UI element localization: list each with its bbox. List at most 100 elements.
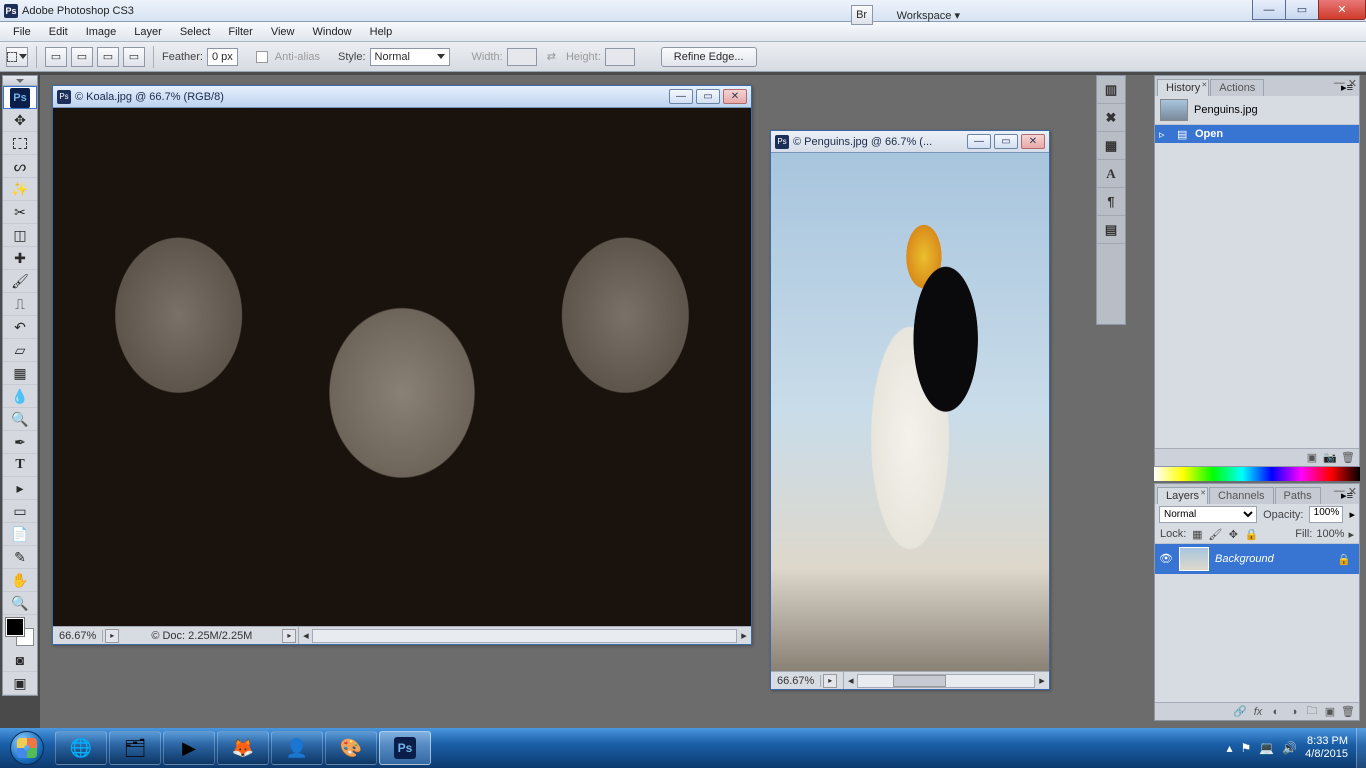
window-close-button[interactable]: ✕ xyxy=(1318,0,1366,20)
fill-input[interactable]: 100% xyxy=(1316,528,1344,540)
tray-clock[interactable]: 8:33 PM 4/8/2015 xyxy=(1305,735,1348,761)
tab-layers[interactable]: Layers✕ xyxy=(1157,487,1208,504)
style-select[interactable]: Normal xyxy=(370,48,450,66)
new-layer-icon[interactable]: ▣ xyxy=(1322,705,1338,719)
history-brush-source-icon[interactable]: ▹ xyxy=(1159,128,1171,141)
dodge-tool[interactable]: 🔍 xyxy=(3,408,37,431)
menu-layer[interactable]: Layer xyxy=(125,24,171,40)
layer-thumbnail[interactable] xyxy=(1179,547,1209,571)
taskbar-photoshop[interactable]: Ps xyxy=(379,731,431,765)
menu-edit[interactable]: Edit xyxy=(40,24,77,40)
navigator-collapsed-icon[interactable]: ▥ xyxy=(1097,76,1125,104)
menu-window[interactable]: Window xyxy=(304,24,361,40)
tray-network-icon[interactable]: 💻 xyxy=(1259,741,1274,755)
intersect-selection-button[interactable]: ▭ xyxy=(123,47,145,67)
crop-tool[interactable]: ✂ xyxy=(3,201,37,224)
pen-tool[interactable]: ✒ xyxy=(3,431,37,454)
tray-volume-icon[interactable]: 🔊 xyxy=(1282,741,1297,755)
scroll-right-button[interactable]: ▸ xyxy=(737,629,751,642)
layer-name[interactable]: Background xyxy=(1215,553,1274,565)
taskbar-firefox[interactable]: 🦊 xyxy=(217,731,269,765)
screen-mode-button[interactable]: ▣ xyxy=(3,672,37,695)
history-source[interactable]: Penguins.jpg xyxy=(1155,96,1359,125)
taskbar-paint[interactable]: 🎨 xyxy=(325,731,377,765)
doc-maximize-button[interactable]: ▭ xyxy=(994,134,1018,149)
tab-actions[interactable]: Actions xyxy=(1210,79,1264,96)
menu-select[interactable]: Select xyxy=(171,24,220,40)
show-desktop-button[interactable] xyxy=(1356,728,1366,768)
lock-all-icon[interactable]: 🔒 xyxy=(1244,527,1258,541)
slice-tool[interactable]: ◫ xyxy=(3,224,37,247)
opacity-arrow-icon[interactable]: ▸ xyxy=(1349,508,1355,521)
menu-file[interactable]: File xyxy=(4,24,40,40)
color-swatches[interactable] xyxy=(3,615,37,649)
blend-mode-select[interactable]: Normal xyxy=(1159,506,1257,523)
doc-canvas-penguins[interactable] xyxy=(771,153,1049,671)
fill-arrow-icon[interactable]: ▸ xyxy=(1348,528,1354,541)
panel-minimize-icon[interactable]: — xyxy=(1334,77,1345,90)
color-collapsed-icon[interactable]: ✖ xyxy=(1097,104,1125,132)
menu-help[interactable]: Help xyxy=(361,24,402,40)
character-collapsed-icon[interactable]: A xyxy=(1097,160,1125,188)
tab-paths[interactable]: Paths xyxy=(1275,487,1321,504)
doc-canvas-koala[interactable] xyxy=(53,108,751,626)
doc-minimize-button[interactable]: — xyxy=(967,134,991,149)
refine-edge-button[interactable]: Refine Edge... xyxy=(661,47,757,67)
delete-layer-icon[interactable]: 🗑 xyxy=(1340,705,1356,719)
notes-tool[interactable]: 📄 xyxy=(3,523,37,546)
tab-history[interactable]: History✕ xyxy=(1157,79,1209,96)
styles-collapsed-icon[interactable]: ▤ xyxy=(1097,216,1125,244)
menu-filter[interactable]: Filter xyxy=(219,24,261,40)
zoom-tool[interactable]: 🔍 xyxy=(3,592,37,615)
new-snapshot-icon[interactable]: 📷 xyxy=(1322,451,1338,465)
history-brush-tool[interactable]: ↶ xyxy=(3,316,37,339)
tab-close-icon[interactable]: ✕ xyxy=(1201,81,1207,89)
move-tool[interactable]: ✥ xyxy=(3,109,37,132)
doc-zoom-koala[interactable]: 66.67% xyxy=(53,630,103,642)
panel-close-icon[interactable]: ✕ xyxy=(1348,485,1357,498)
path-select-tool[interactable]: ▸ xyxy=(3,477,37,500)
doc-titlebar-penguins[interactable]: Ps © Penguins.jpg @ 66.7% (... — ▭ ✕ xyxy=(771,131,1049,153)
scroll-left-button[interactable]: ◂ xyxy=(298,627,312,644)
status-menu-icon[interactable]: ▸ xyxy=(105,629,119,643)
taskbar-app-unknown[interactable]: 👤 xyxy=(271,731,323,765)
status-arrow-icon[interactable]: ▸ xyxy=(282,629,296,643)
palette-grip[interactable] xyxy=(3,76,37,86)
color-ramp-strip[interactable] xyxy=(1154,467,1360,481)
start-button[interactable] xyxy=(0,728,54,768)
panel-close-icon[interactable]: ✕ xyxy=(1348,77,1357,90)
layer-row-background[interactable]: 👁 Background 🔒 xyxy=(1155,544,1359,574)
quick-mask-button[interactable]: ◙ xyxy=(3,649,37,672)
lasso-tool[interactable]: ᔕ xyxy=(3,155,37,178)
healing-tool[interactable]: ✚ xyxy=(3,247,37,270)
link-layers-icon[interactable]: 🔗 xyxy=(1232,705,1248,719)
adjustment-layer-icon[interactable]: ◑ xyxy=(1286,705,1302,719)
lock-paint-icon[interactable]: 🖌 xyxy=(1208,527,1222,541)
subtract-selection-button[interactable]: ▭ xyxy=(97,47,119,67)
scroll-left-button[interactable]: ◂ xyxy=(843,672,857,689)
brush-tool[interactable]: 🖌 xyxy=(3,270,37,293)
ps-logo-tile[interactable]: Ps xyxy=(3,86,37,109)
layer-group-icon[interactable]: 🗀 xyxy=(1304,705,1320,719)
layer-mask-icon[interactable]: ◐ xyxy=(1268,705,1284,719)
lock-transparency-icon[interactable]: ▦ xyxy=(1190,527,1204,541)
marquee-tool[interactable] xyxy=(3,132,37,155)
tab-close-icon[interactable]: ✕ xyxy=(1200,489,1206,497)
foreground-color-swatch[interactable] xyxy=(6,618,24,636)
workspace-button[interactable]: Workspace ▾ xyxy=(891,6,966,25)
layer-visibility-icon[interactable]: 👁 xyxy=(1159,552,1173,566)
new-selection-button[interactable]: ▭ xyxy=(45,47,67,67)
eraser-tool[interactable]: ▱ xyxy=(3,339,37,362)
panel-minimize-icon[interactable]: — xyxy=(1334,485,1345,498)
status-menu-icon[interactable]: ▸ xyxy=(823,674,837,688)
tray-up-arrow-icon[interactable]: ▴ xyxy=(1226,741,1232,755)
tray-flag-icon[interactable]: ⚑ xyxy=(1241,741,1252,755)
doc-close-button[interactable]: ✕ xyxy=(723,89,747,104)
delete-state-icon[interactable]: 🗑 xyxy=(1340,451,1356,465)
lock-position-icon[interactable]: ✥ xyxy=(1226,527,1240,541)
stamp-tool[interactable]: ⎍ xyxy=(3,293,37,316)
doc-close-button[interactable]: ✕ xyxy=(1021,134,1045,149)
history-state-open[interactable]: ▹ ▤ Open xyxy=(1155,125,1359,143)
shape-tool[interactable]: ▭ xyxy=(3,500,37,523)
feather-input[interactable]: 0 px xyxy=(207,48,238,66)
